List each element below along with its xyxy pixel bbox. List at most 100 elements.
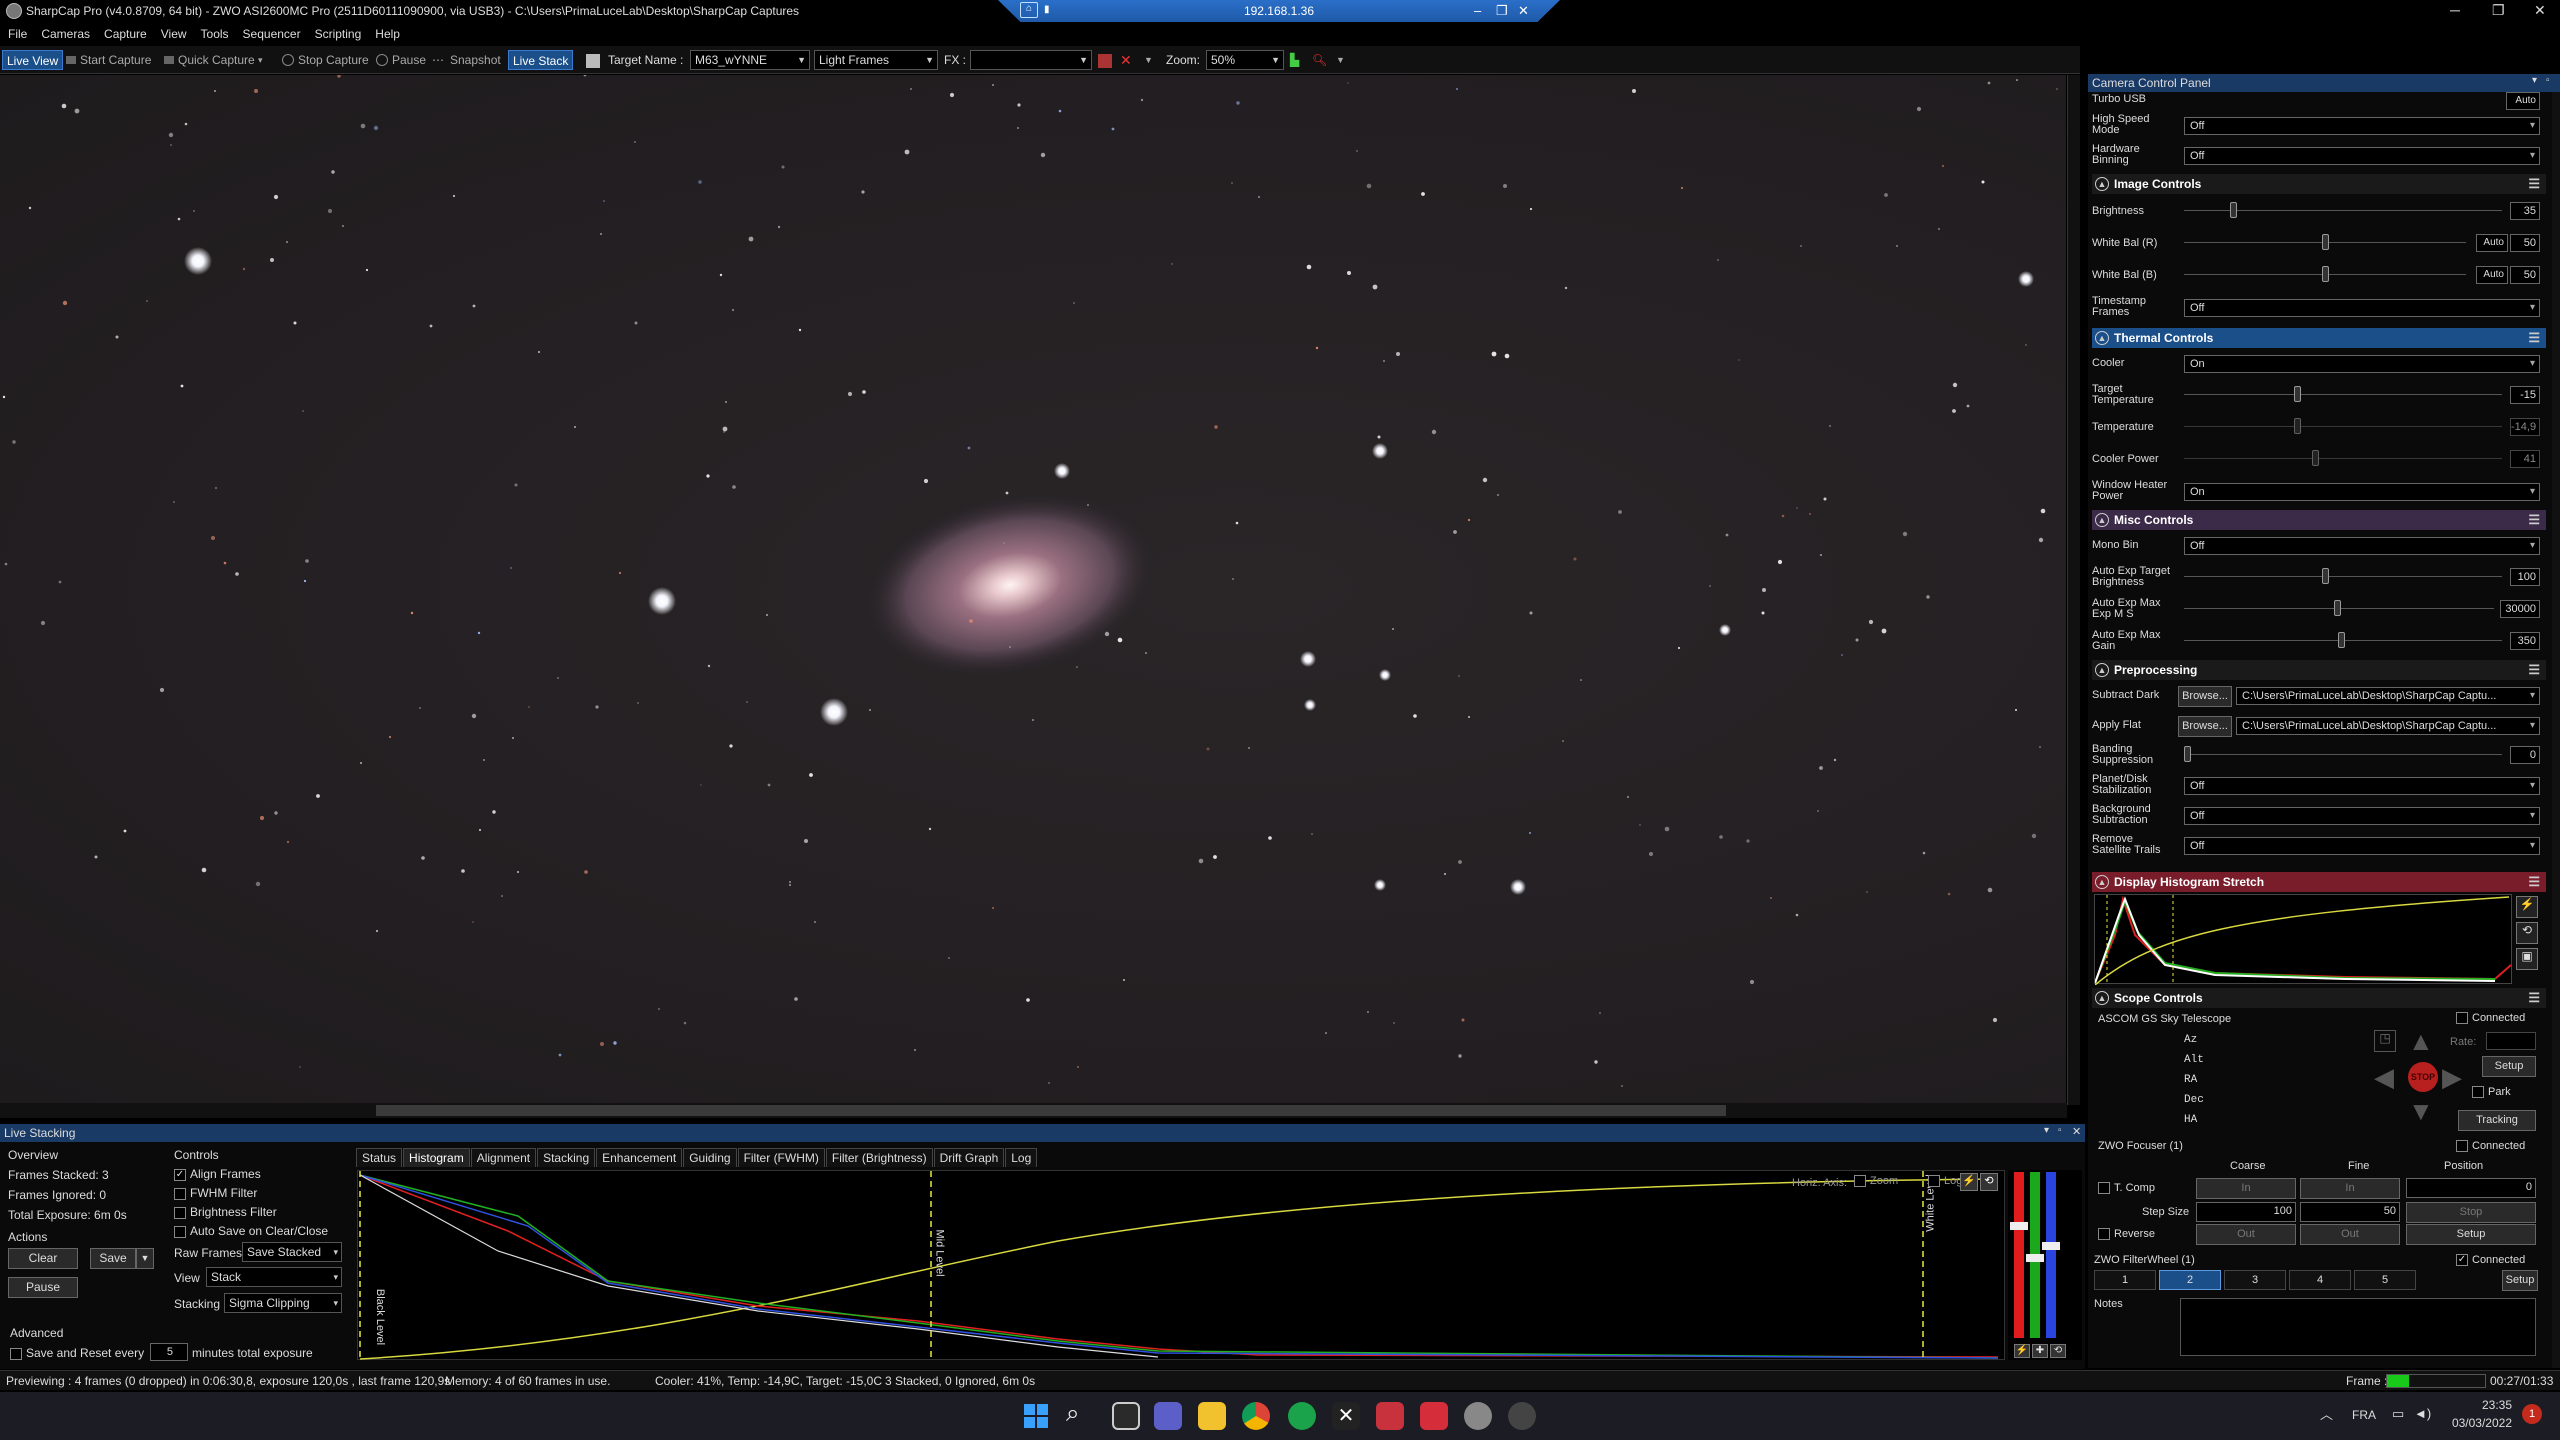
save-reset-checkbox[interactable] <box>10 1347 22 1360</box>
quick-capture-button[interactable]: Quick Capture <box>178 50 255 70</box>
tcomp-checkbox[interactable] <box>2098 1182 2110 1195</box>
ae-target-value[interactable]: 100 <box>2510 568 2540 586</box>
panel-scrollbar[interactable] <box>2552 92 2560 1368</box>
view-combo[interactable]: Stack ▾ <box>206 1267 342 1287</box>
window-heater-select[interactable]: On <box>2184 483 2540 501</box>
ae-max-gain-slider[interactable] <box>2184 632 2502 648</box>
clock-time[interactable]: 23:35 <box>2452 1398 2512 1412</box>
tab-filter-brightness[interactable]: Filter (Brightness) <box>825 1148 933 1167</box>
reverse-checkbox[interactable] <box>2098 1228 2110 1241</box>
fwhm-checkbox[interactable] <box>174 1187 186 1200</box>
tcomp-option[interactable]: T. Comp <box>2098 1182 2155 1195</box>
menu-sequencer[interactable]: Sequencer <box>235 23 307 41</box>
remote-restore-icon[interactable]: ❐ <box>1496 3 1508 19</box>
restore-icon[interactable]: ❐ <box>2492 2 2505 19</box>
remote-minimize-icon[interactable]: – <box>1474 3 1481 18</box>
mono-bin-select[interactable]: Off <box>2184 537 2540 555</box>
target-temp-value[interactable]: -15 <box>2510 386 2540 404</box>
minimize-icon[interactable]: ─ <box>2450 2 2460 18</box>
filter-3-button[interactable]: 3 <box>2224 1270 2286 1290</box>
filterwheel-setup-button[interactable]: Setup <box>2502 1270 2538 1291</box>
east-arrow-icon[interactable]: ▶ <box>2442 1064 2462 1090</box>
chat-icon[interactable] <box>1154 1402 1182 1430</box>
menu-icon[interactable]: ☰ <box>2528 174 2540 194</box>
filter-2-button[interactable]: 2 <box>2159 1270 2221 1290</box>
step-coarse-spinner[interactable]: 100 <box>2196 1202 2296 1222</box>
magnifier-dropdown-icon[interactable]: ▼ <box>1336 50 1345 70</box>
chrome-icon[interactable] <box>1242 1402 1270 1430</box>
cooler-select[interactable]: On <box>2184 355 2540 373</box>
flat-path-select[interactable]: C:\Users\PrimaLuceLab\Desktop\SharpCap C… <box>2236 717 2540 735</box>
filterwheel-connected[interactable]: ✓ Connected <box>2456 1254 2525 1267</box>
menu-tools[interactable]: Tools <box>193 23 235 41</box>
scope-setup-button[interactable]: Setup <box>2482 1056 2536 1077</box>
brightness-filter-option[interactable]: Brightness Filter <box>174 1205 277 1219</box>
wb-b-slider[interactable] <box>2184 266 2466 282</box>
save-stretch-icon[interactable]: ▣ <box>2516 948 2538 970</box>
collapse-circle-icon[interactable]: ▲ <box>2095 991 2109 1005</box>
zoom-option[interactable]: Zoom <box>1854 1175 1898 1188</box>
stack-histogram[interactable]: Black Level Mid Level White Level Horiz.… <box>357 1170 2005 1361</box>
menu-icon[interactable]: ☰ <box>2528 510 2540 530</box>
menu-capture[interactable]: Capture <box>96 23 153 41</box>
autosave-option[interactable]: Auto Save on Clear/Close <box>174 1224 328 1238</box>
log-option[interactable]: Log <box>1928 1175 1962 1188</box>
focus-out-coarse-button[interactable]: Out <box>2196 1224 2296 1245</box>
misc-controls-header[interactable]: ▲ Misc Controls ☰ <box>2092 510 2546 530</box>
tray-chevron-icon[interactable]: ︿ <box>2320 1404 2333 1423</box>
menu-icon[interactable]: ☰ <box>2528 872 2540 892</box>
notification-badge[interactable]: 1 <box>2522 1404 2542 1424</box>
display-histogram-header[interactable]: ▲ Display Histogram Stretch ☰ <box>2092 872 2546 892</box>
clock-date[interactable]: 03/03/2022 <box>2432 1416 2512 1430</box>
park-option[interactable]: Park <box>2472 1086 2511 1099</box>
tab-filter-fwhm[interactable]: Filter (FWHM) <box>737 1148 825 1167</box>
auto-stretch-icon[interactable]: ⚡ <box>2516 896 2538 918</box>
park-checkbox[interactable] <box>2472 1086 2484 1099</box>
north-arrow-icon[interactable]: ▲ <box>2408 1028 2434 1054</box>
filterwheel-connected-checkbox[interactable]: ✓ <box>2456 1254 2468 1267</box>
live-stack-button[interactable]: Live Stack <box>508 50 574 70</box>
volume-icon[interactable]: ◄) <box>2414 1406 2431 1421</box>
brightness-value[interactable]: 35 <box>2510 202 2540 220</box>
language-indicator[interactable]: FRA <box>2352 1408 2376 1422</box>
ae-max-exp-value[interactable]: 30000 <box>2500 600 2540 618</box>
focuser-connected[interactable]: Connected <box>2456 1140 2525 1153</box>
collapse-circle-icon[interactable]: ▲ <box>2095 331 2109 345</box>
app-icon-green[interactable] <box>1288 1402 1316 1430</box>
fx-clear-icon[interactable]: ✕ <box>1120 50 1132 70</box>
ae-max-gain-value[interactable]: 350 <box>2510 632 2540 650</box>
scope-connected-checkbox[interactable] <box>2456 1012 2468 1025</box>
brightness-slider[interactable] <box>2184 202 2502 218</box>
tab-alignment[interactable]: Alignment <box>470 1148 537 1167</box>
zoom-combo[interactable]: 50% ▼ <box>1206 50 1284 70</box>
focus-in-coarse-button[interactable]: In <box>2196 1178 2296 1199</box>
collapse-circle-icon[interactable]: ▲ <box>2095 663 2109 677</box>
browse-dark-button[interactable]: Browse... <box>2178 686 2232 707</box>
stop-capture-button[interactable]: Stop Capture <box>298 50 369 70</box>
fx-apply-icon[interactable] <box>1098 54 1112 68</box>
step-fine-spinner[interactable]: 50 <box>2300 1202 2400 1222</box>
brightness-filter-checkbox[interactable] <box>174 1206 186 1219</box>
collapse-circle-icon[interactable]: ▲ <box>2095 177 2109 191</box>
banding-value[interactable]: 0 <box>2510 746 2540 764</box>
focuser-connected-checkbox[interactable] <box>2456 1140 2468 1153</box>
south-arrow-icon[interactable]: ▼ <box>2408 1098 2434 1124</box>
plus-icon[interactable]: ✚ <box>2032 1344 2048 1358</box>
save-dropdown-icon[interactable]: ▼ <box>136 1248 154 1269</box>
target-name-combo[interactable]: M63_wYNNE ▼ <box>690 50 810 70</box>
collapse-icon[interactable]: ▾ <box>2044 1125 2049 1136</box>
red-balance-slider[interactable] <box>2014 1172 2024 1338</box>
menu-help[interactable]: Help <box>367 23 406 41</box>
autosave-checkbox[interactable] <box>174 1225 186 1238</box>
notes-textarea[interactable] <box>2180 1298 2536 1356</box>
bg-sub-select[interactable]: Off <box>2184 807 2540 825</box>
close-icon[interactable]: ✕ <box>2534 2 2546 19</box>
sharpcap-taskbar-icon[interactable] <box>1464 1402 1492 1430</box>
tracking-button[interactable]: Tracking <box>2458 1110 2536 1131</box>
align-checkbox[interactable]: ✓ <box>174 1168 186 1181</box>
dark-path-select[interactable]: C:\Users\PrimaLuceLab\Desktop\SharpCap C… <box>2236 687 2540 705</box>
menu-icon[interactable]: ☰ <box>2528 328 2540 348</box>
hw-binning-select[interactable]: Off <box>2184 147 2540 165</box>
wb-r-slider[interactable] <box>2184 234 2466 250</box>
tab-stacking[interactable]: Stacking <box>537 1148 596 1167</box>
